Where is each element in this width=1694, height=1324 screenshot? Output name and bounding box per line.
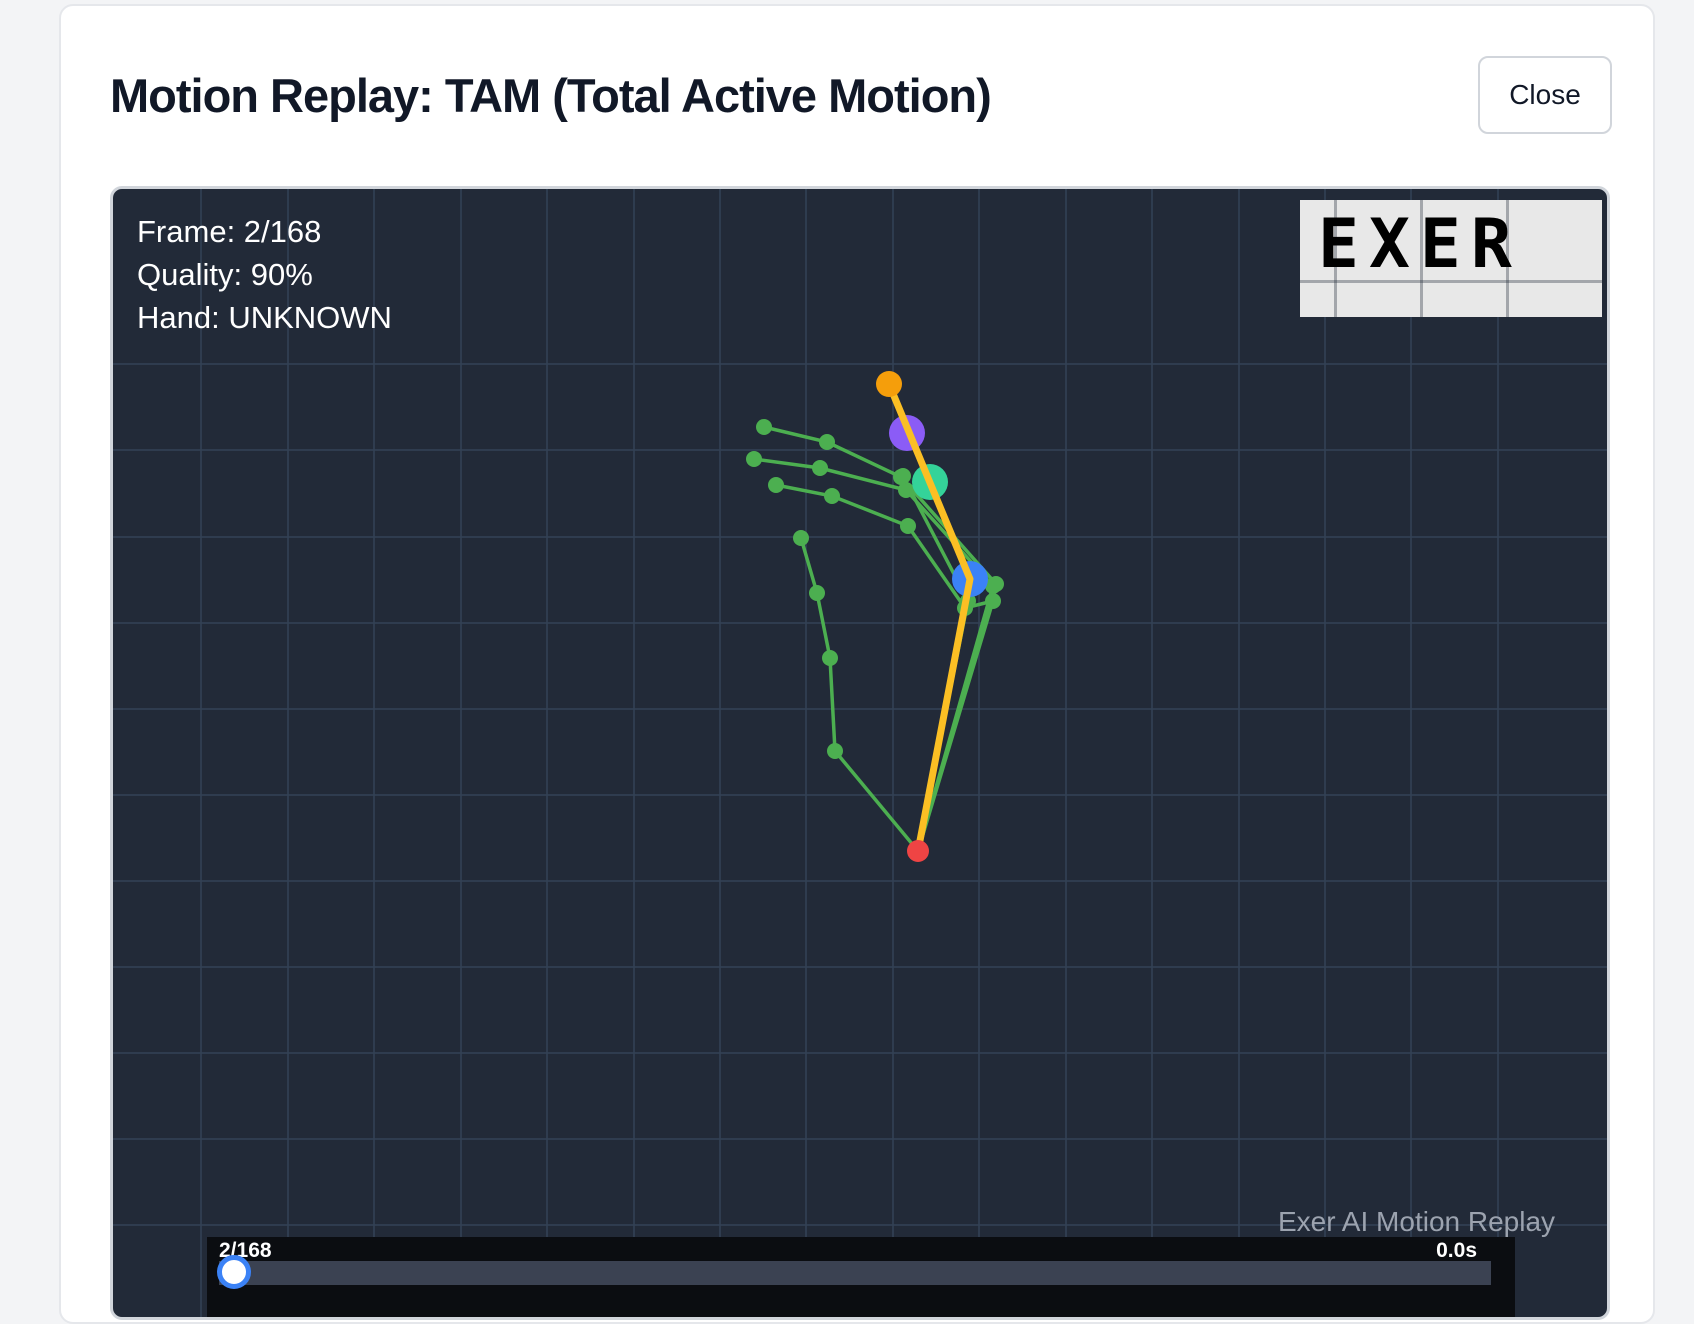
skeleton-joint	[827, 743, 843, 759]
fingertip-marker	[876, 371, 902, 397]
motion-replay-modal: Motion Replay: TAM (Total Active Motion)…	[59, 4, 1655, 1324]
skeleton-joint	[988, 576, 1004, 592]
skeleton-joint	[824, 488, 840, 504]
hand-skeleton-canvas	[113, 189, 1607, 1317]
hand-indicator: Hand: UNKNOWN	[137, 300, 392, 335]
skeleton-joint	[812, 460, 828, 476]
skeleton-joint	[985, 593, 1001, 609]
watermark: Exer AI Motion Replay	[1278, 1206, 1556, 1237]
skeleton-joint	[900, 518, 916, 534]
skeleton-joint	[822, 650, 838, 666]
skeleton-joint	[809, 585, 825, 601]
skeleton-joint	[746, 451, 762, 467]
skeleton-joint	[895, 468, 911, 484]
exer-logo: EXER	[1300, 200, 1602, 317]
timeline-time-label: 0.0s	[1436, 1239, 1477, 1262]
modal-title: Motion Replay: TAM (Total Active Motion)	[110, 69, 992, 122]
timeline-thumb[interactable]	[216, 1255, 251, 1289]
replay-canvas: Frame: 2/168 Quality: 90% Hand: UNKNOWN …	[110, 186, 1610, 1320]
close-button[interactable]: Close	[1478, 56, 1612, 134]
skeleton-joint	[819, 434, 835, 450]
logo-text: EXER	[1318, 205, 1522, 284]
skeleton-joint	[793, 530, 809, 546]
timeline-scrubber[interactable]	[219, 1261, 1491, 1285]
quality-indicator: Quality: 90%	[137, 257, 313, 292]
wrist-marker	[907, 840, 929, 862]
timeline-bar: 2/168 0.0s	[207, 1237, 1515, 1317]
skeleton-joint	[768, 477, 784, 493]
frame-counter: Frame: 2/168	[137, 214, 322, 249]
tam-line	[885, 380, 974, 855]
skeleton-bone	[799, 537, 920, 853]
skeleton-joint	[756, 419, 772, 435]
